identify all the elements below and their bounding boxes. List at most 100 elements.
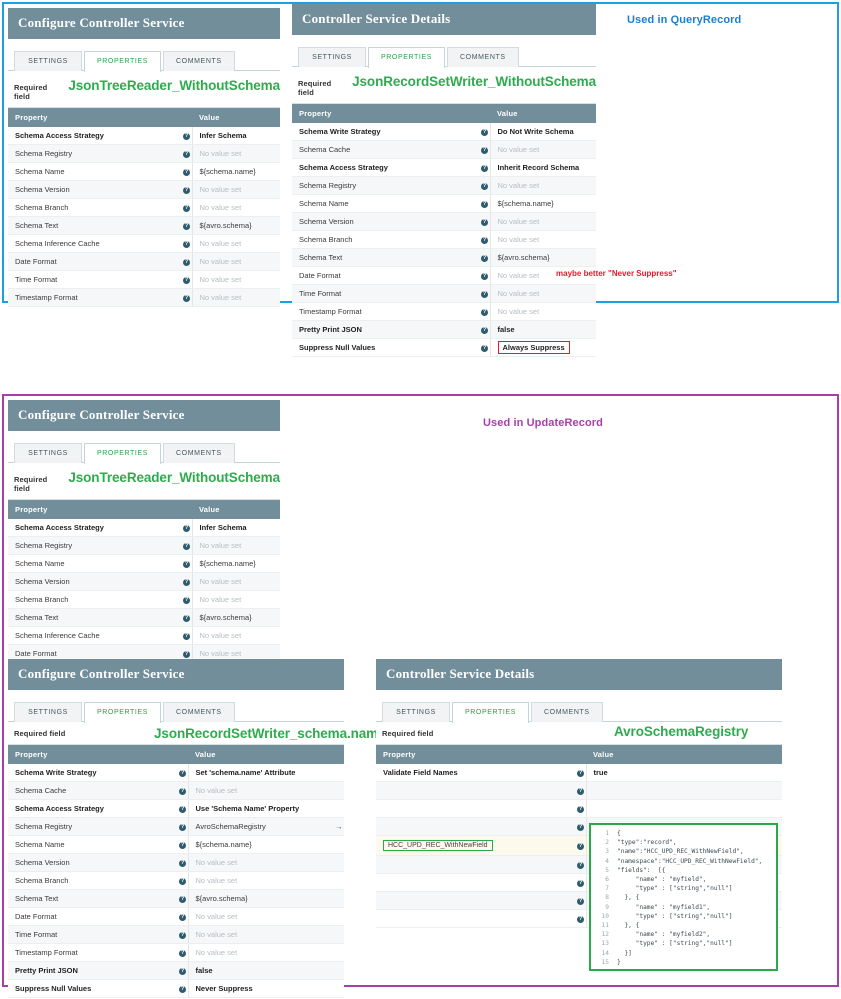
help-cell[interactable]: ?	[176, 252, 192, 271]
help-cell[interactable]: ?	[172, 961, 188, 980]
help-icon[interactable]: ?	[183, 204, 190, 212]
help-icon[interactable]: ?	[183, 186, 190, 194]
table-row[interactable]: Time Format?No value set	[8, 270, 280, 289]
help-icon[interactable]: ?	[481, 164, 488, 172]
help-cell[interactable]: ?	[172, 853, 188, 872]
tab-comments[interactable]: COMMENTS	[531, 702, 603, 722]
table-row[interactable]: Time Format?No value set	[8, 925, 344, 944]
help-icon[interactable]: ?	[179, 913, 186, 921]
help-icon[interactable]: ?	[183, 132, 190, 140]
table-row[interactable]: Schema Version? No value set	[8, 572, 280, 591]
help-icon[interactable]: ?	[481, 236, 488, 244]
help-icon[interactable]: ?	[179, 967, 186, 975]
tab-properties[interactable]: PROPERTIES	[84, 51, 161, 72]
help-icon[interactable]: ?	[481, 182, 488, 190]
go-to-service-cell[interactable]	[328, 781, 344, 800]
help-icon[interactable]: ?	[179, 985, 186, 993]
help-cell[interactable]: ?	[176, 626, 192, 645]
help-icon[interactable]: ?	[179, 787, 186, 795]
help-icon[interactable]: ?	[481, 344, 488, 352]
property-value-cell[interactable]: No value set	[191, 180, 280, 199]
table-row[interactable]: Schema Name? ${schema.name}	[8, 835, 344, 854]
tab-properties[interactable]: PROPERTIES	[368, 47, 445, 68]
property-value-cell[interactable]: ${avro.schema}	[191, 608, 280, 627]
help-icon[interactable]: ?	[183, 294, 190, 302]
tab-settings[interactable]: SETTINGS	[14, 702, 82, 722]
help-cell[interactable]: ?	[570, 891, 586, 910]
table-row[interactable]: Date Format? No value set	[8, 252, 280, 271]
table-row[interactable]: Schema Branch? No value set	[292, 230, 596, 249]
table-row[interactable]: Pretty Print JSON? false	[292, 320, 596, 339]
table-row[interactable]: Schema Text? ${avro.schema}	[8, 216, 280, 235]
help-cell[interactable]: ?	[176, 270, 192, 289]
go-to-service-cell[interactable]	[328, 871, 344, 890]
property-value-cell[interactable]: No value set	[489, 284, 596, 303]
property-value-cell[interactable]: No value set	[191, 572, 280, 591]
arrow-right-icon[interactable]: →	[335, 822, 343, 831]
property-value-cell[interactable]: Never Suppress	[187, 979, 328, 998]
property-value-cell[interactable]: AvroSchemaRegistry	[187, 817, 328, 836]
property-value-cell[interactable]: No value set	[187, 871, 328, 890]
table-row[interactable]: Schema Write Strategy? Do Not Write Schem…	[292, 123, 596, 141]
property-value-cell[interactable]: No value set	[191, 234, 280, 253]
help-cell[interactable]: ?	[176, 234, 192, 253]
go-to-service-cell[interactable]	[328, 907, 344, 926]
table-row[interactable]: Schema Branch? No value set	[8, 871, 344, 890]
help-cell[interactable]: ?	[474, 176, 490, 195]
property-value-cell[interactable]: ${avro.schema}	[489, 248, 596, 267]
help-cell[interactable]: ?	[474, 230, 490, 249]
property-value-cell[interactable]: ${schema.name}	[191, 554, 280, 573]
table-row[interactable]: Schema Write Strategy? Set 'schema.name' …	[8, 764, 344, 782]
table-row[interactable]: Schema Access Strategy? Use 'Schema Name'…	[8, 799, 344, 818]
help-cell[interactable]: ?	[172, 764, 188, 782]
help-icon[interactable]: ?	[481, 146, 488, 154]
property-value-cell[interactable]: ${schema.name}	[187, 835, 328, 854]
property-value-cell[interactable]: Use 'Schema Name' Property	[187, 799, 328, 818]
table-row[interactable]: Schema Access Strategy? Infer Schema	[8, 519, 280, 537]
help-cell[interactable]: ?	[172, 799, 188, 818]
table-row[interactable]: Schema Registry? No value set	[8, 536, 280, 555]
help-cell[interactable]: ?	[172, 925, 188, 944]
help-cell[interactable]: ?	[172, 889, 188, 908]
help-icon[interactable]: ?	[183, 560, 190, 568]
help-cell[interactable]: ?	[570, 817, 586, 836]
help-cell[interactable]: ?	[176, 554, 192, 573]
tab-comments[interactable]: COMMENTS	[163, 702, 235, 722]
property-value-cell[interactable]: No value set	[489, 230, 596, 249]
go-to-service-cell[interactable]	[328, 799, 344, 818]
help-icon[interactable]: ?	[577, 842, 584, 850]
help-icon[interactable]: ?	[183, 614, 190, 622]
table-row[interactable]: Timestamp Format?No value set	[292, 302, 596, 321]
help-cell[interactable]: ?	[474, 123, 490, 141]
table-row[interactable]: Schema Cache? No value set	[292, 140, 596, 159]
property-value-cell[interactable]: No value set	[191, 144, 280, 163]
help-cell[interactable]: ?	[176, 216, 192, 235]
property-value-cell[interactable]: No value set	[191, 626, 280, 645]
help-icon[interactable]: ?	[179, 769, 186, 777]
help-cell[interactable]: ?	[176, 288, 192, 307]
table-row[interactable]: Schema Registry? No value set	[8, 144, 280, 163]
help-icon[interactable]: ?	[183, 150, 190, 158]
help-icon[interactable]: ?	[577, 861, 584, 869]
property-value-cell[interactable]: No value set	[191, 270, 280, 289]
table-row[interactable]: Schema Text? ${avro.schema}	[292, 248, 596, 267]
help-icon[interactable]: ?	[577, 879, 584, 887]
help-cell[interactable]: ?	[176, 127, 192, 145]
help-icon[interactable]: ?	[577, 897, 584, 905]
tab-properties[interactable]: PROPERTIES	[84, 443, 161, 464]
property-value-cell[interactable]: No value set	[191, 590, 280, 609]
help-icon[interactable]: ?	[481, 290, 488, 298]
table-row[interactable]: Suppress Null Values? Always Suppress	[292, 338, 596, 357]
table-row[interactable]: Schema Cache? No value set	[8, 781, 344, 800]
help-icon[interactable]: ?	[183, 632, 190, 640]
table-row[interactable]: Date Format? No value set	[292, 266, 596, 285]
help-icon[interactable]: ?	[183, 542, 190, 550]
table-row[interactable]: Suppress Null Values? Never Suppress	[8, 979, 344, 998]
property-value-cell[interactable]: No value set	[191, 536, 280, 555]
property-value-cell[interactable]: No value set	[191, 288, 280, 307]
table-row[interactable]: Schema Version? No value set	[8, 853, 344, 872]
help-cell[interactable]: ?	[176, 608, 192, 627]
table-row[interactable]: Time Format?No value set	[292, 284, 596, 303]
help-icon[interactable]: ?	[481, 308, 488, 316]
table-row[interactable]: Schema Version? No value set	[292, 212, 596, 231]
